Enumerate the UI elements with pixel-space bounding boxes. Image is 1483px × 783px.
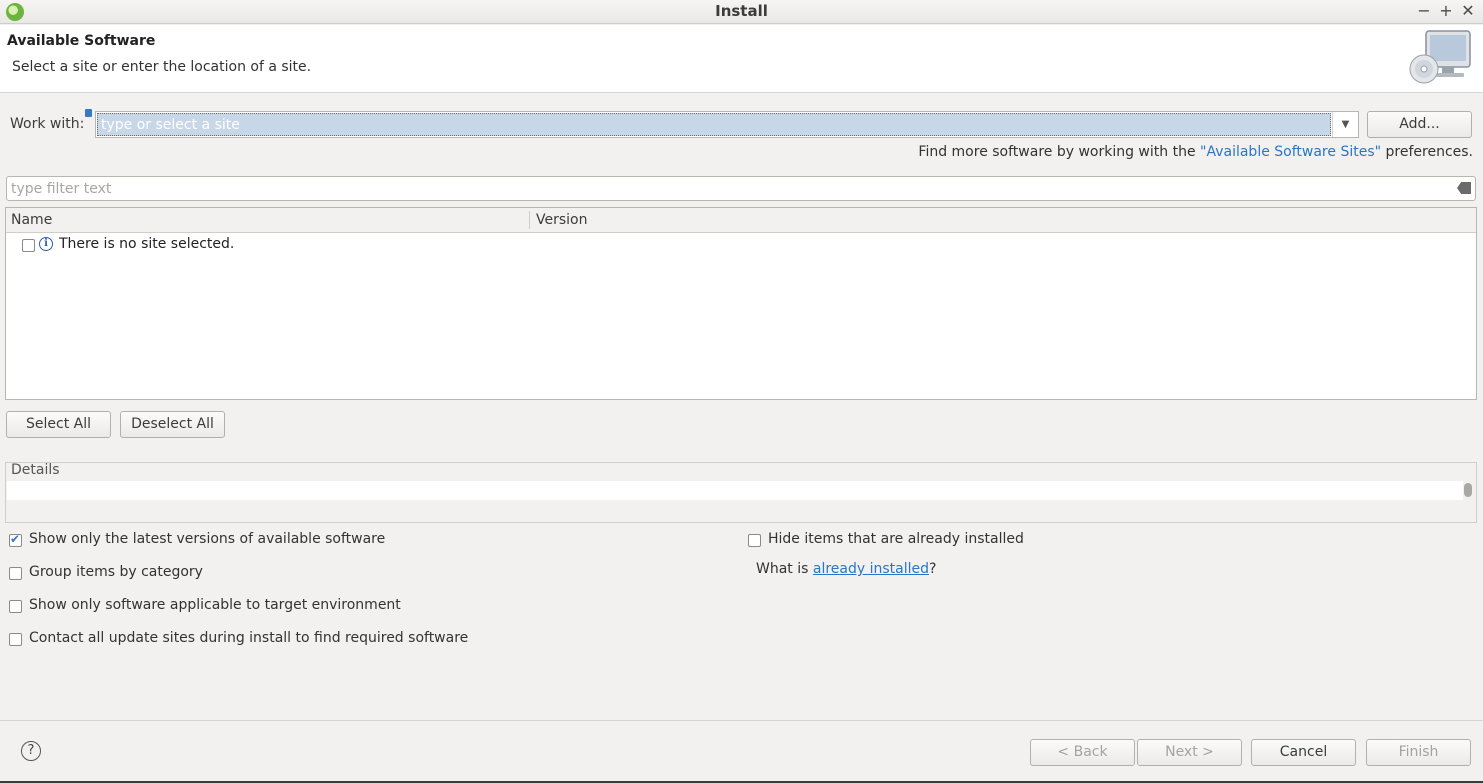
group-by-category-label[interactable]: Group items by category bbox=[29, 564, 203, 580]
find-more-prefix: Find more software by working with the bbox=[918, 144, 1201, 160]
row-checkbox[interactable] bbox=[22, 239, 35, 252]
find-more-suffix: preferences. bbox=[1381, 144, 1474, 160]
latest-versions-label[interactable]: Show only the latest versions of availab… bbox=[29, 531, 385, 547]
back-button[interactable]: < Back bbox=[1030, 739, 1135, 766]
target-environment-label[interactable]: Show only software applicable to target … bbox=[29, 597, 401, 613]
work-with-combo[interactable]: ▼ bbox=[95, 111, 1359, 138]
deselect-all-button[interactable]: Deselect All bbox=[120, 411, 225, 438]
details-group: Details bbox=[5, 462, 1477, 523]
wizard-header: Available Software Select a site or ente… bbox=[0, 25, 1483, 93]
column-divider[interactable] bbox=[529, 211, 530, 229]
contact-all-sites-checkbox[interactable] bbox=[9, 633, 22, 646]
next-button[interactable]: Next > bbox=[1137, 739, 1242, 766]
help-icon[interactable]: ? bbox=[21, 741, 41, 761]
hide-installed-checkbox[interactable] bbox=[748, 534, 761, 547]
what-is-installed-text: What is already installed? bbox=[756, 561, 936, 577]
site-input[interactable] bbox=[97, 113, 1331, 136]
column-header-version[interactable]: Version bbox=[536, 212, 587, 228]
details-label: Details bbox=[11, 462, 60, 478]
window-title: Install bbox=[715, 2, 768, 20]
what-is-suffix: ? bbox=[929, 561, 937, 577]
already-installed-link[interactable]: already installed bbox=[813, 561, 929, 577]
footer-divider bbox=[0, 720, 1483, 721]
group-by-category-checkbox[interactable] bbox=[9, 567, 22, 580]
table-header: Name Version bbox=[6, 208, 1476, 233]
row-name: There is no site selected. bbox=[59, 236, 235, 252]
filter-input[interactable] bbox=[7, 177, 1427, 200]
filter-field[interactable] bbox=[6, 176, 1476, 201]
install-computer-icon bbox=[1409, 30, 1471, 84]
title-bar[interactable]: Install − + ✕ bbox=[0, 0, 1483, 24]
info-decoration-icon bbox=[85, 109, 92, 117]
cancel-button[interactable]: Cancel bbox=[1251, 739, 1356, 766]
finish-button[interactable]: Finish bbox=[1366, 739, 1471, 766]
maximize-button[interactable]: + bbox=[1437, 1, 1455, 20]
clear-filter-icon[interactable] bbox=[1457, 182, 1471, 194]
table-row[interactable]: i There is no site selected. bbox=[6, 235, 1476, 257]
find-more-text: Find more software by working with the "… bbox=[918, 144, 1473, 160]
info-icon: i bbox=[39, 237, 53, 251]
select-all-button[interactable]: Select All bbox=[6, 411, 111, 438]
contact-all-sites-label[interactable]: Contact all update sites during install … bbox=[29, 630, 468, 646]
hide-installed-label[interactable]: Hide items that are already installed bbox=[768, 531, 1024, 547]
work-with-label: Work with: bbox=[10, 116, 85, 132]
available-software-sites-link[interactable]: "Available Software Sites" bbox=[1200, 144, 1381, 160]
latest-versions-checkbox[interactable] bbox=[9, 532, 22, 547]
page-description: Select a site or enter the location of a… bbox=[12, 59, 312, 75]
details-scrollbar[interactable] bbox=[1464, 483, 1472, 497]
column-header-name[interactable]: Name bbox=[11, 212, 52, 228]
what-is-prefix: What is bbox=[756, 561, 813, 577]
minimize-button[interactable]: − bbox=[1415, 1, 1433, 20]
details-text[interactable] bbox=[7, 481, 1463, 500]
target-environment-checkbox[interactable] bbox=[9, 600, 22, 613]
close-button[interactable]: ✕ bbox=[1459, 1, 1477, 20]
software-table[interactable]: Name Version i There is no site selected… bbox=[5, 207, 1477, 400]
page-title: Available Software bbox=[7, 33, 156, 49]
add-site-button[interactable]: Add... bbox=[1367, 111, 1472, 138]
chevron-down-icon[interactable]: ▼ bbox=[1332, 112, 1358, 137]
